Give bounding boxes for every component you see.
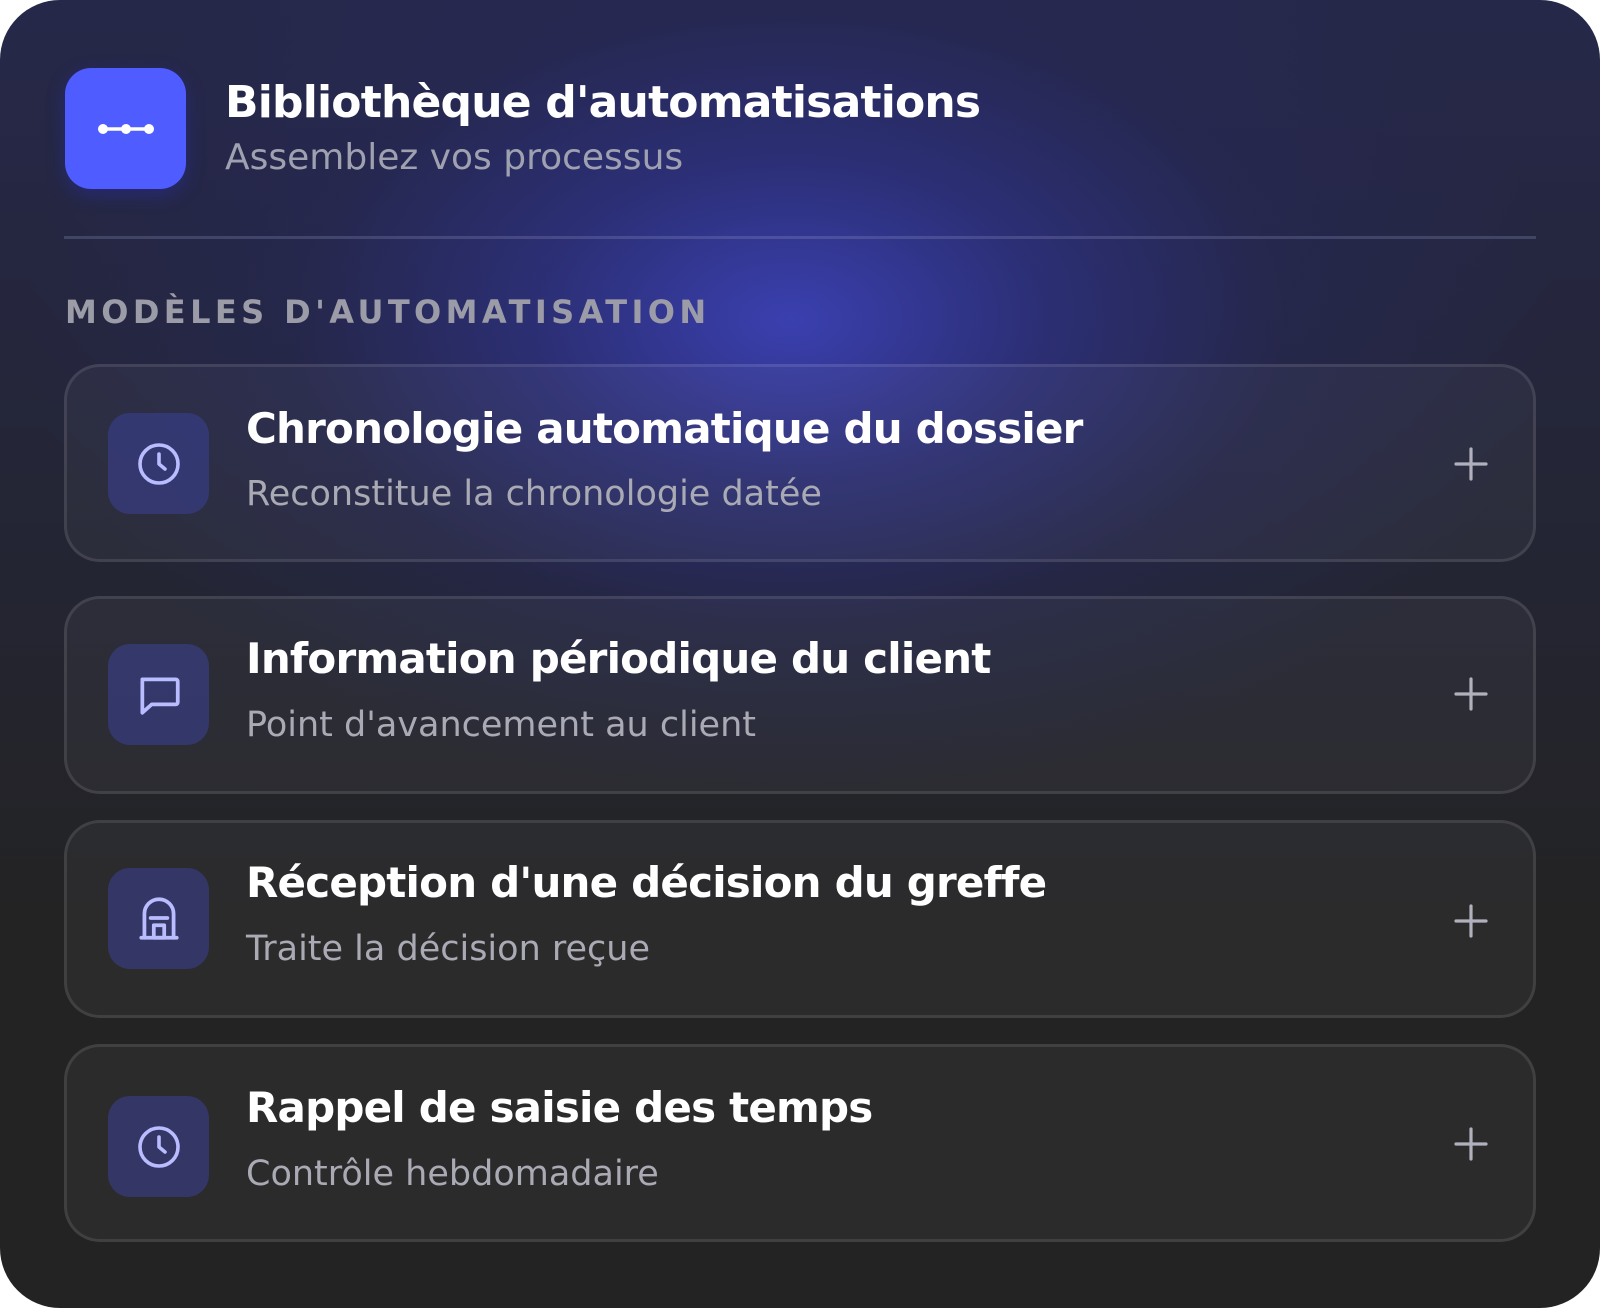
template-description: Contrôle hebdomadaire — [246, 1154, 659, 1194]
workflow-nodes-icon — [65, 68, 186, 189]
template-card-rappel-temps[interactable]: Rappel de saisie des temps Contrôle hebd… — [64, 1044, 1536, 1242]
template-title: Chronologie automatique du dossier — [246, 404, 1083, 453]
template-description: Traite la décision reçue — [246, 929, 650, 969]
clock-icon — [108, 413, 209, 514]
page-subtitle: Assemblez vos processus — [225, 136, 684, 178]
template-description: Reconstitue la chronologie datée — [246, 474, 822, 514]
automation-library-panel: Bibliothèque d'automatisations Assemblez… — [0, 0, 1600, 1308]
header: Bibliothèque d'automatisations Assemblez… — [65, 68, 981, 189]
header-text: Bibliothèque d'automatisations Assemblez… — [225, 75, 981, 183]
clock-icon — [108, 1096, 209, 1197]
add-icon[interactable] — [1447, 1120, 1495, 1168]
template-card-chronologie[interactable]: Chronologie automatique du dossier Recon… — [64, 364, 1536, 562]
section-label: MODÈLES D'AUTOMATISATION — [65, 293, 711, 331]
template-card-information-client[interactable]: Information périodique du client Point d… — [64, 596, 1536, 794]
message-icon — [108, 644, 209, 745]
add-icon[interactable] — [1447, 440, 1495, 488]
add-icon[interactable] — [1447, 670, 1495, 718]
add-icon[interactable] — [1447, 897, 1495, 945]
template-description: Point d'avancement au client — [246, 705, 756, 745]
header-divider — [64, 236, 1536, 239]
template-title: Rappel de saisie des temps — [246, 1083, 873, 1132]
template-title: Réception d'une décision du greffe — [246, 858, 1047, 907]
template-card-decision-greffe[interactable]: Réception d'une décision du greffe Trait… — [64, 820, 1536, 1018]
courthouse-icon — [108, 868, 209, 969]
page-title: Bibliothèque d'automatisations — [225, 76, 981, 128]
template-title: Information périodique du client — [246, 634, 991, 683]
